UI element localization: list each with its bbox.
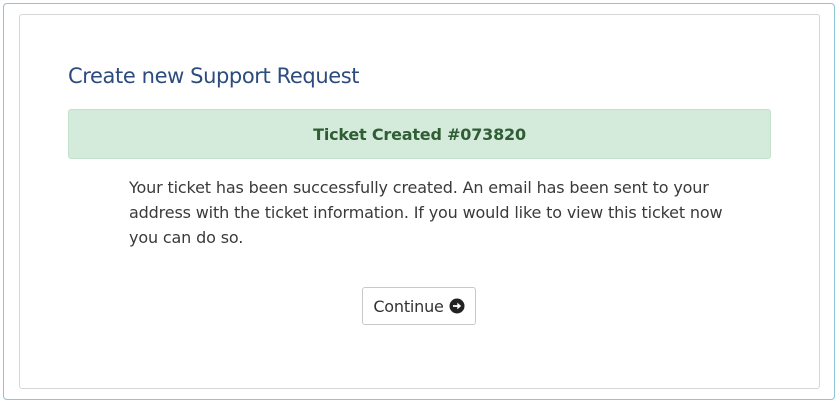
message-line: Your ticket has been successfully create… <box>129 178 709 197</box>
continue-label: Continue <box>373 296 444 316</box>
circle-arrow-right-icon <box>449 298 465 314</box>
page-title: Create new Support Request <box>68 64 360 88</box>
confirmation-message: Your ticket has been successfully create… <box>129 175 729 250</box>
message-line: address with the ticket information. If … <box>129 203 723 222</box>
message-line: you can do so. <box>129 228 244 247</box>
ticket-created-text: Ticket Created #073820 <box>313 124 526 144</box>
success-alert: Ticket Created #073820 <box>68 109 771 159</box>
continue-button[interactable]: Continue <box>362 287 476 325</box>
